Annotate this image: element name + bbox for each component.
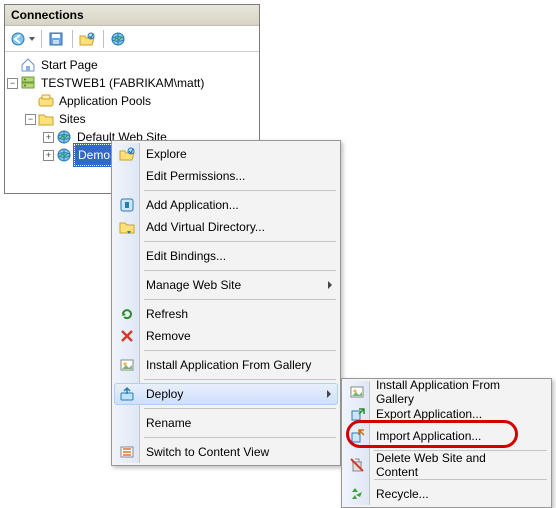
expand-toggle[interactable]: + [43,150,54,161]
back-globe-icon [10,31,26,47]
submenu-export-application[interactable]: Export Application... [344,403,549,425]
import-icon [349,428,365,444]
menu-label: Install Application From Gallery [376,378,529,406]
stop-button[interactable] [109,30,129,48]
menu-label: Manage Web Site [146,278,241,292]
menu-label: Add Application... [146,198,239,212]
connections-toolbar [5,26,259,52]
submenu-install-from-gallery[interactable]: Install Application From Gallery [344,381,549,403]
menu-label: Add Virtual Directory... [146,220,265,234]
menu-install-from-gallery[interactable]: Install Application From Gallery [114,354,338,376]
tree-label: Application Pools [56,91,154,111]
panel-title: Connections [5,5,259,26]
tree-start-page[interactable]: Start Page [7,56,257,74]
menu-refresh[interactable]: Refresh [114,303,338,325]
menu-label: Deploy [146,387,183,401]
delete-icon [349,457,365,473]
tree-label: Start Page [38,55,101,75]
menu-edit-permissions[interactable]: Edit Permissions... [114,165,338,187]
globe-icon [56,147,72,163]
remove-icon [119,328,135,344]
save-icon [48,31,64,47]
list-icon [119,444,135,460]
menu-add-application[interactable]: Add Application... [114,194,338,216]
recycle-icon [349,486,365,502]
deploy-submenu: Install Application From Gallery Export … [341,378,552,508]
menu-label: Recycle... [376,487,429,501]
app-icon [119,197,135,213]
save-button[interactable] [47,30,67,48]
tree-server[interactable]: − TESTWEB1 (FABRIKAM\matt) [7,74,257,92]
menu-label: Export Application... [376,407,482,421]
menu-add-virtual-directory[interactable]: Add Virtual Directory... [114,216,338,238]
menu-label: Remove [146,329,191,343]
tree-label: Sites [56,109,89,129]
tree-label: TESTWEB1 (FABRIKAM\matt) [38,73,207,93]
home-icon [20,57,36,73]
export-icon [349,406,365,422]
expand-toggle[interactable]: + [43,132,54,143]
open-folder-button[interactable] [78,30,98,48]
folder-open-icon [79,31,95,47]
menu-label: Switch to Content View [146,445,269,459]
menu-label: Edit Permissions... [146,169,245,183]
globe-stop-icon [110,31,126,47]
server-icon [20,75,36,91]
menu-switch-content-view[interactable]: Switch to Content View [114,441,338,463]
menu-label: Import Application... [376,429,481,443]
site-context-menu: Explore Edit Permissions... Add Applicat… [111,140,341,466]
menu-label: Install Application From Gallery [146,358,311,372]
menu-label: Explore [146,147,187,161]
menu-explore[interactable]: Explore [114,143,338,165]
connect-dropdown[interactable] [9,30,36,48]
collapse-toggle[interactable]: − [25,114,36,125]
submenu-arrow-icon [327,390,331,398]
submenu-arrow-icon [328,281,332,289]
menu-remove[interactable]: Remove [114,325,338,347]
menu-manage-web-site[interactable]: Manage Web Site [114,274,338,296]
menu-label: Refresh [146,307,188,321]
app-pools-icon [38,93,54,109]
tree-sites[interactable]: − Sites [7,110,257,128]
gallery-icon [349,384,365,400]
virtual-dir-icon [119,219,135,235]
menu-label: Edit Bindings... [146,249,226,263]
submenu-delete-site[interactable]: Delete Web Site and Content [344,454,549,476]
collapse-toggle[interactable]: − [7,78,18,89]
menu-label: Delete Web Site and Content [376,451,529,479]
folder-open-icon [119,146,135,162]
menu-deploy[interactable]: Deploy [114,383,338,405]
refresh-icon [119,306,135,322]
menu-rename[interactable]: Rename [114,412,338,434]
gallery-icon [119,357,135,373]
globe-icon [56,129,72,145]
menu-edit-bindings[interactable]: Edit Bindings... [114,245,338,267]
tree-app-pools[interactable]: Application Pools [7,92,257,110]
deploy-icon [119,386,135,402]
submenu-import-application[interactable]: Import Application... [344,425,549,447]
menu-label: Rename [146,416,191,430]
folder-icon [38,111,54,127]
